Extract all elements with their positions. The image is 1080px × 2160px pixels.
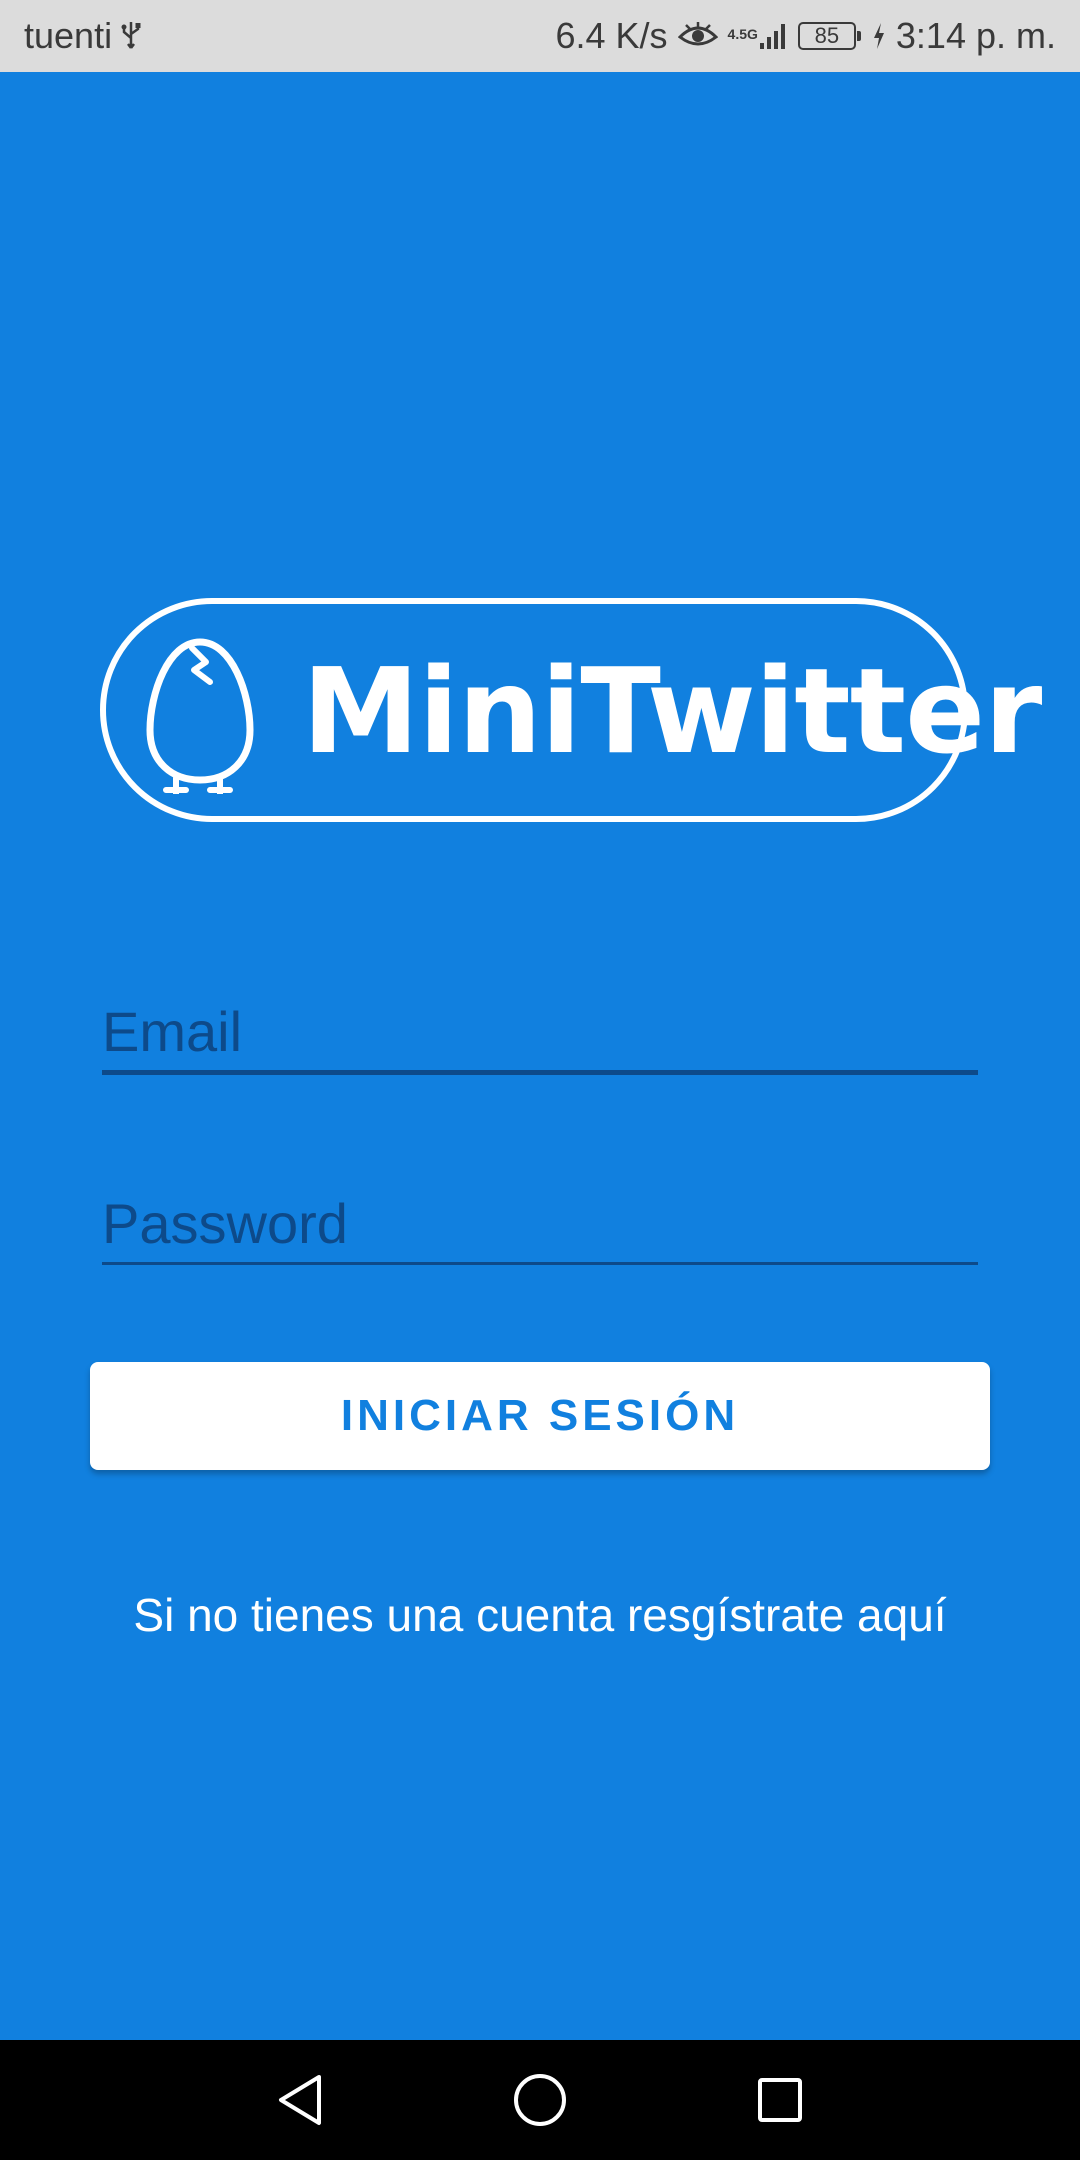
home-icon[interactable] [510, 2070, 570, 2130]
app-logo: MiniTwitter [100, 598, 1042, 822]
carrier-label: tuenti [24, 15, 113, 56]
navigation-bar [0, 2040, 1080, 2160]
eye-icon [677, 21, 718, 51]
status-right: 6.4 K/s 4.5G 85 3:14 p. m. [555, 15, 1056, 57]
signal-icon [758, 21, 788, 51]
password-field-container [102, 1186, 978, 1265]
register-link[interactable]: Si no tienes una cuenta resgístrate aquí [0, 1588, 1080, 1642]
battery-icon: 85 [797, 22, 861, 50]
status-left: tuenti [24, 15, 142, 57]
recent-apps-icon[interactable] [750, 2070, 810, 2130]
time-label: 3:14 p. m. [895, 15, 1056, 56]
email-field-container [102, 994, 978, 1075]
network-type-label: 4.5G [727, 26, 758, 42]
egg-chick-icon [140, 634, 260, 799]
usb-icon [120, 20, 142, 52]
status-bar: tuenti 6.4 K/s 4.5G 85 3:14 p. m. [0, 0, 1080, 72]
signal-group: 4.5G [728, 21, 788, 51]
net-speed-label: 6.4 K/s [555, 15, 668, 56]
login-screen: tuenti 6.4 K/s 4.5G 85 3:14 p. m. MiniTw… [0, 0, 1080, 2160]
back-icon[interactable] [270, 2070, 330, 2130]
battery-level-label: 85 [814, 23, 840, 48]
logo-text: MiniTwitter [302, 642, 1042, 780]
login-button-label: INICIAR SESIÓN [340, 1391, 740, 1440]
charging-icon [872, 22, 886, 50]
email-field[interactable] [102, 994, 978, 1070]
login-button[interactable]: INICIAR SESIÓN [90, 1362, 990, 1470]
password-field[interactable] [102, 1186, 978, 1262]
